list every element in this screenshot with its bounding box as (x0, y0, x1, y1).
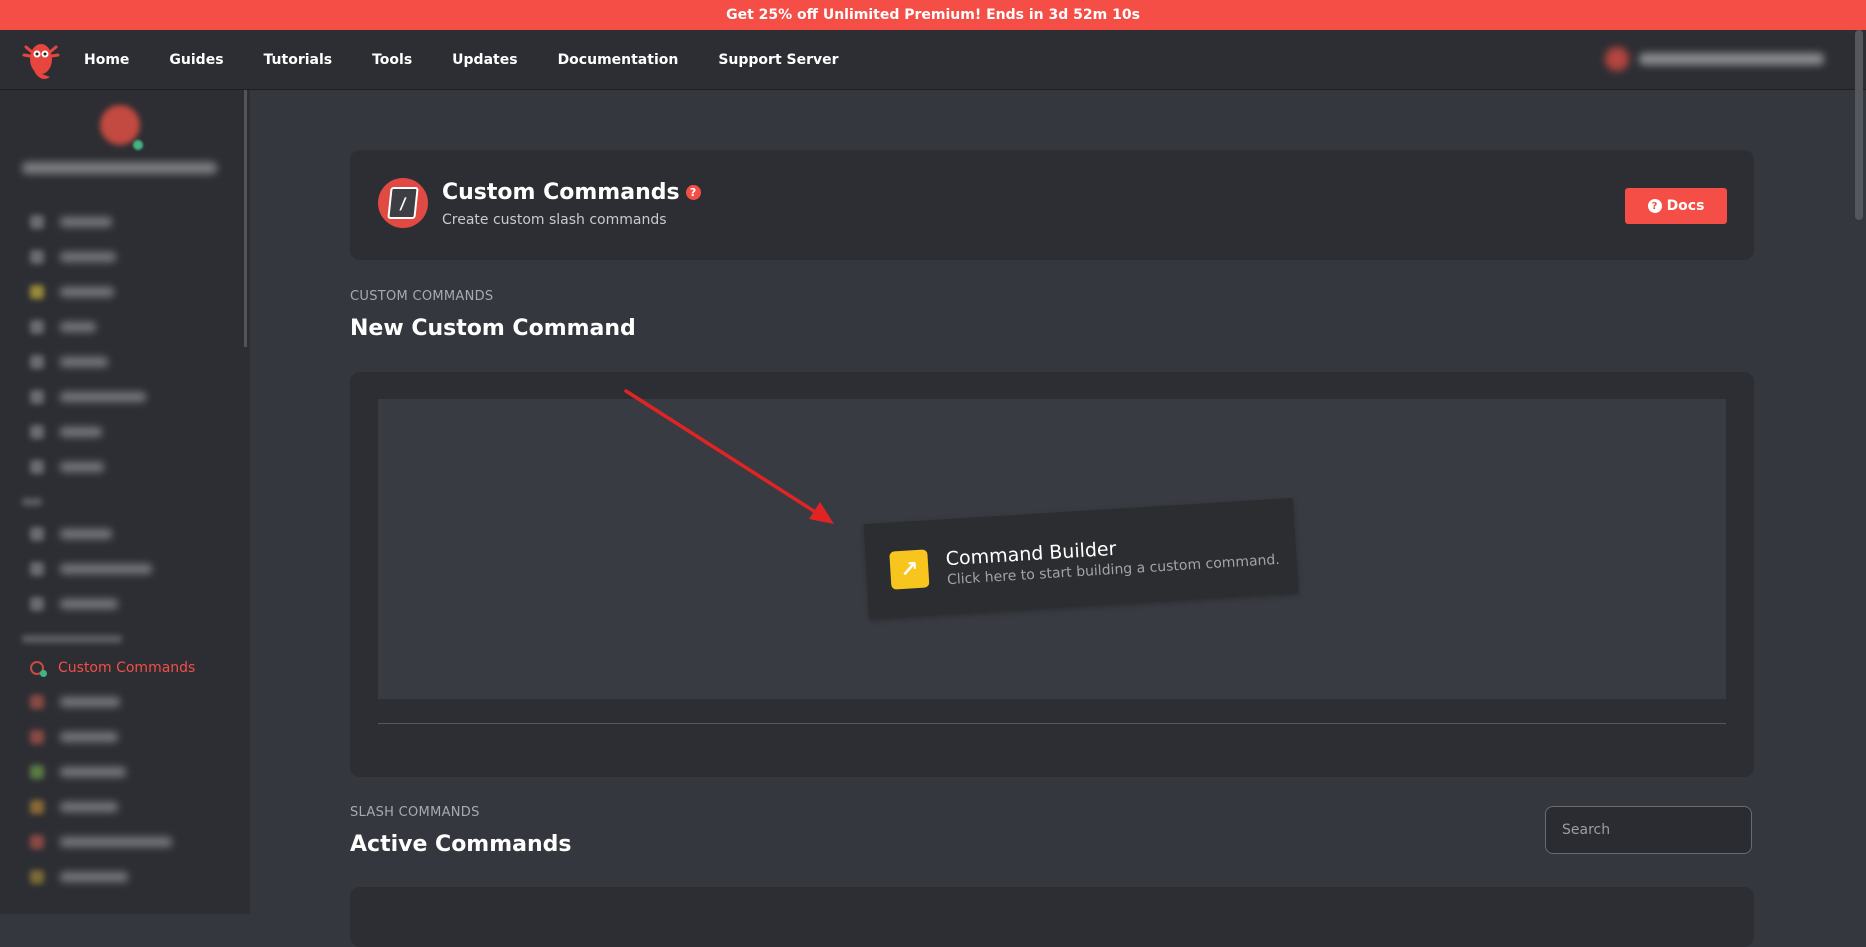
sidebar-section-heading (22, 498, 42, 506)
nav-links: Home Guides Tutorials Tools Updates Docu… (84, 30, 879, 89)
sidebar-item-redacted[interactable] (30, 390, 146, 404)
module-title: Custom Commands ? (442, 180, 701, 205)
sidebar-item-redacted[interactable] (30, 250, 116, 264)
nav-documentation[interactable]: Documentation (558, 52, 679, 68)
sidebar-item-redacted[interactable] (30, 215, 112, 229)
custom-commands-module-icon: / (378, 178, 428, 228)
hammer-icon: ↗ (889, 549, 930, 590)
sidebar-item-redacted[interactable] (30, 425, 102, 439)
module-title-text: Custom Commands (442, 180, 680, 205)
section-label-custom-commands: CUSTOM COMMANDS (350, 289, 494, 304)
user-name-redacted (1639, 53, 1824, 65)
custom-commands-icon (30, 661, 47, 677)
docs-button-label: Docs (1666, 198, 1705, 214)
server-status-dot (133, 140, 143, 150)
sidebar-item-redacted[interactable] (30, 460, 104, 474)
sidebar-item-redacted[interactable] (30, 870, 128, 884)
sidebar-item-redacted[interactable] (30, 800, 118, 814)
promo-banner[interactable]: Get 25% off Unlimited Premium! Ends in 3… (0, 0, 1866, 30)
sidebar-item-redacted[interactable] (30, 695, 120, 709)
new-command-card: ↗ Command Builder Click here to start bu… (350, 372, 1754, 777)
nav-tutorials[interactable]: Tutorials (264, 52, 333, 68)
question-circle-icon: ? (1647, 199, 1662, 213)
promo-text: Get 25% off Unlimited Premium! Ends in 3… (726, 7, 1140, 23)
sidebar-item-redacted[interactable] (30, 527, 112, 541)
sidebar-scrollbar[interactable] (244, 90, 247, 347)
nav-support-server[interactable]: Support Server (718, 52, 838, 68)
module-header-card: / Custom Commands ? Create custom slash … (350, 150, 1754, 260)
bot-logo-icon[interactable] (20, 37, 62, 83)
section-title-active-commands: Active Commands (350, 832, 572, 857)
sidebar-item-redacted[interactable] (30, 355, 108, 369)
page-scrollbar[interactable] (1855, 30, 1863, 220)
builder-drop-area: ↗ Command Builder Click here to start bu… (378, 399, 1726, 699)
nav-home[interactable]: Home (84, 52, 129, 68)
sidebar-item-custom-commands[interactable]: Custom Commands (30, 660, 196, 677)
divider (378, 723, 1726, 724)
server-name-redacted (22, 162, 217, 174)
docs-button[interactable]: ? Docs (1625, 188, 1727, 224)
sidebar-item-redacted[interactable] (30, 320, 96, 334)
nav-guides[interactable]: Guides (169, 52, 223, 68)
user-menu[interactable] (1605, 46, 1835, 72)
sidebar-item-redacted[interactable] (30, 730, 118, 744)
sidebar-item-label: Custom Commands (58, 660, 196, 676)
section-label-slash-commands: SLASH COMMANDS (350, 805, 480, 820)
sidebar: Custom Commands (0, 90, 250, 914)
search-input[interactable] (1545, 806, 1752, 854)
top-navigation: Home Guides Tutorials Tools Updates Docu… (0, 30, 1866, 90)
nav-updates[interactable]: Updates (452, 52, 517, 68)
sidebar-item-redacted[interactable] (30, 835, 172, 849)
command-builder-button[interactable]: ↗ Command Builder Click here to start bu… (863, 497, 1299, 620)
sidebar-item-redacted[interactable] (30, 765, 126, 779)
nav-tools[interactable]: Tools (372, 52, 412, 68)
sidebar-section-heading (22, 635, 122, 643)
active-commands-card (350, 887, 1754, 947)
help-icon[interactable]: ? (685, 185, 701, 200)
module-subtitle: Create custom slash commands (442, 212, 667, 228)
sidebar-item-redacted[interactable] (30, 597, 118, 611)
sidebar-item-redacted[interactable] (30, 285, 114, 299)
section-title-new-custom-command: New Custom Command (350, 316, 636, 341)
user-avatar (1605, 47, 1629, 71)
sidebar-item-redacted[interactable] (30, 562, 152, 576)
server-avatar (100, 105, 140, 145)
